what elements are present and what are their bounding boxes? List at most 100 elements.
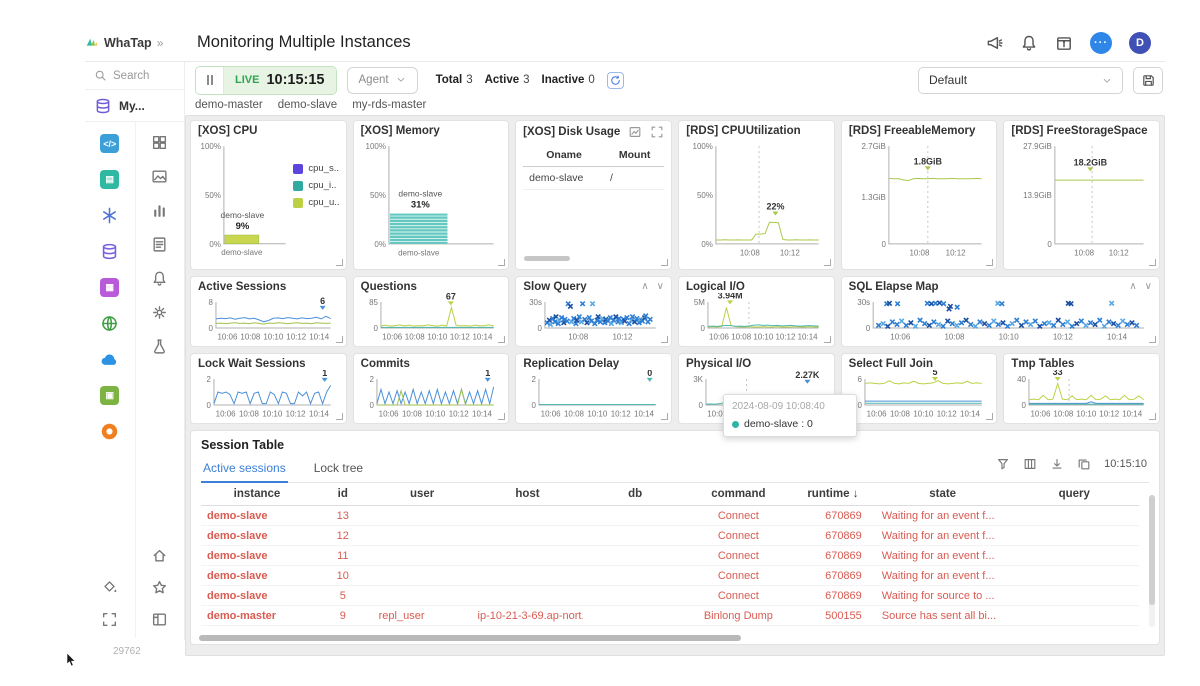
copy-icon[interactable] (1077, 457, 1091, 471)
resize-handle[interactable] (823, 336, 831, 343)
table-row[interactable]: demo-master 9 repl_user ip-10-21-3-69.ap-no… (201, 605, 1139, 626)
chevron-down-icon[interactable]: ∨ (657, 282, 664, 292)
table-row[interactable]: demo-slave 11 Connect 670869 Waiting for an … (201, 545, 1139, 566)
column-header-instance[interactable]: instance (201, 483, 313, 506)
column-header-db[interactable]: db (583, 483, 687, 506)
table-row[interactable]: demo-slave 13 Connect 670869 Waiting for an … (201, 505, 1139, 526)
resize-handle[interactable] (661, 336, 668, 343)
filter-funnel-icon[interactable] (996, 457, 1010, 471)
resize-handle[interactable] (335, 336, 343, 343)
resize-handle[interactable] (661, 413, 668, 420)
download-icon[interactable] (1050, 457, 1064, 471)
resize-handle[interactable] (986, 259, 994, 266)
live-clock[interactable]: LIVE 10:15:15 (224, 66, 336, 94)
chevron-up-icon[interactable]: ∧ (1129, 282, 1136, 292)
save-view-button[interactable] (1133, 66, 1163, 94)
disk-col-mount[interactable]: Mount (605, 149, 664, 161)
columns-icon[interactable] (1023, 457, 1037, 471)
product-cloud-icon[interactable] (100, 350, 119, 369)
resize-handle[interactable] (1149, 259, 1156, 266)
column-header-id[interactable]: id (312, 483, 373, 506)
active-sessions-chart[interactable]: 8 010:06 10:08 10:10 10:12 10:14 6 (198, 293, 339, 341)
product-oracle-icon[interactable] (100, 422, 119, 441)
xos-cpu-chart[interactable]: 100%50%0%demo-slavedemo-slave9% (198, 137, 294, 257)
rds-free-storage-chart[interactable]: 27.9GiB 13.9GiB 0 10:08 10:12 18.2GiB (1011, 137, 1152, 257)
column-header-user[interactable]: user (372, 483, 472, 506)
user-avatar[interactable]: D (1129, 31, 1151, 54)
analysis-chart-icon[interactable] (151, 202, 168, 219)
flash-view-icon[interactable] (151, 168, 168, 185)
resize-handle[interactable] (335, 413, 343, 420)
replication-delay-chart[interactable]: 2 0 10:06 10:08 10:10 10:12 10:14 0 (523, 370, 664, 418)
horizontal-scrollbar[interactable] (524, 256, 571, 261)
resize-handle[interactable] (1149, 336, 1156, 343)
whatap-logo[interactable]: WhaTap » (85, 36, 187, 50)
table-row[interactable]: demo-slave 10 Connect 670869 Waiting for an … (201, 565, 1139, 586)
column-header-runtime[interactable]: runtime ↓ (789, 483, 876, 506)
product-url-icon[interactable] (100, 314, 119, 333)
disk-col-oname[interactable]: Oname (523, 149, 605, 161)
product-browser-icon[interactable]: ▦ (100, 278, 120, 297)
settings-gear-icon[interactable] (151, 304, 168, 321)
column-header-host[interactable]: host (471, 483, 584, 506)
sidebar-item-my-project[interactable]: My... (85, 90, 184, 122)
view-preset-select[interactable]: Default (918, 66, 1123, 94)
xos-memory-chart[interactable]: 100%50%0%demo-slavedemo-slave31% (361, 137, 502, 257)
table-row[interactable]: demo-slave 5 Connect 670869 Waiting for sour… (201, 585, 1139, 606)
select-full-join-chart[interactable]: 6 0 10:06 10:08 10:10 10:12 10:14 5 (849, 370, 990, 418)
tag-my-rds-master[interactable]: my-rds-master (352, 99, 426, 111)
lab-flask-icon[interactable] (151, 338, 168, 355)
rds-freeable-memory-chart[interactable]: 2.7GiB 1.3GiB 0 10:08 10:12 1.8GiB (849, 137, 990, 257)
tag-demo-slave[interactable]: demo-slave (278, 99, 337, 111)
pause-button[interactable] (196, 66, 224, 94)
agent-dropdown[interactable]: Agent (346, 66, 418, 94)
resize-handle[interactable] (498, 259, 506, 266)
chevron-up-icon[interactable]: ∧ (641, 282, 648, 292)
fullscreen-icon[interactable] (101, 611, 118, 628)
resize-handle[interactable] (823, 259, 831, 266)
megaphone-icon[interactable] (985, 34, 1003, 52)
resize-handle[interactable] (335, 259, 343, 266)
tmp-tables-chart[interactable]: 40 0 10:06 10:08 10:10 10:12 10:14 33 (1011, 370, 1152, 418)
legend-item[interactable]: cpu_s.. (293, 163, 339, 174)
resize-handle[interactable] (986, 413, 994, 420)
refresh-icon[interactable] (606, 71, 624, 89)
rds-cpu-chart[interactable]: 100% 50% 0% 10:08 10:12 22% (686, 137, 827, 257)
sidebar-collapse-chevrons[interactable]: » (157, 36, 164, 50)
slow-query-chart[interactable]: 30s 0 10:08 10:12 (523, 293, 664, 341)
tab-active-sessions[interactable]: Active sessions (201, 457, 288, 483)
resize-handle[interactable] (498, 336, 506, 343)
vertical-scrollbar[interactable] (1149, 495, 1155, 627)
tag-demo-master[interactable]: demo-master (195, 99, 263, 111)
logical-io-chart[interactable]: 5M 010:06 10:08 10:10 10:12 10:14 3.94M (686, 293, 827, 341)
expand-icon[interactable] (650, 125, 664, 139)
alert-bell-icon[interactable] (151, 270, 168, 287)
disk-table-row[interactable]: demo-slave / (523, 167, 665, 190)
home-icon[interactable] (151, 547, 168, 564)
resize-handle[interactable] (661, 259, 669, 266)
favorites-star-icon[interactable] (151, 579, 168, 596)
product-database-icon[interactable] (100, 242, 119, 261)
commits-chart[interactable]: 2 0 10:06 10:08 10:10 10:12 10:14 1 (361, 370, 502, 418)
product-app-icon[interactable]: </> (100, 134, 120, 153)
product-kube-icon[interactable] (100, 206, 119, 225)
column-header-command[interactable]: command (686, 483, 790, 506)
resize-handle[interactable] (1149, 413, 1156, 420)
column-header-state[interactable]: state (875, 483, 1010, 506)
sql-elapse-map-chart[interactable]: 30s 0 10:06 10:08 10:10 10:12 10:14 (849, 293, 1152, 341)
product-server-icon[interactable]: ▤ (100, 170, 120, 189)
horizontal-scrollbar[interactable] (199, 635, 742, 641)
sidebar-search[interactable]: Search (85, 62, 184, 90)
chat-support-icon[interactable]: ··· (1090, 31, 1112, 54)
paint-bucket-icon[interactable] (101, 579, 118, 596)
table-row[interactable]: demo-slave 12 Connect 670869 Waiting for an … (201, 525, 1139, 546)
chart-view-toggle-icon[interactable] (628, 125, 642, 139)
notification-bell-icon[interactable] (1020, 34, 1038, 52)
legend-item[interactable]: cpu_i.. (293, 180, 339, 191)
lock-wait-sessions-chart[interactable]: 2 0 10:06 10:08 10:10 10:12 10:14 1 (198, 370, 339, 418)
column-header-query[interactable]: query (1009, 483, 1139, 506)
calendar-info-icon[interactable] (1055, 34, 1073, 52)
tab-lock-tree[interactable]: Lock tree (312, 457, 365, 482)
dashboard-grid-icon[interactable] (151, 134, 168, 151)
layout-panel-icon[interactable] (151, 611, 168, 628)
